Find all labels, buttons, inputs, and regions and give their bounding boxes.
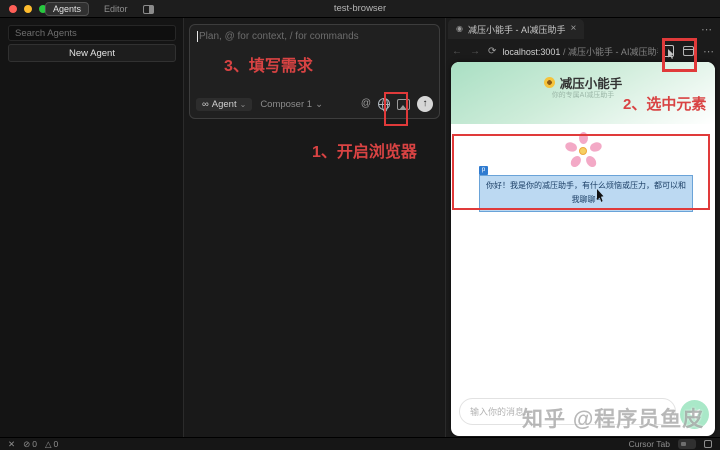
warnings-indicator[interactable]: △ 0 (45, 439, 58, 450)
notifications-icon[interactable] (704, 440, 712, 448)
url-host: localhost:3001 (502, 47, 560, 57)
errors-indicator[interactable]: ⊘ 0 (23, 439, 37, 450)
panel-layout-icon[interactable] (143, 5, 154, 14)
search-agents-input[interactable] (8, 25, 176, 41)
agents-sidebar: New Agent (0, 18, 184, 437)
annotation-box-open-browser (384, 92, 408, 126)
tab-favicon-icon: ◉ (456, 25, 463, 33)
sunflower-emoji-icon (544, 77, 555, 88)
mention-context-icon[interactable]: @ (361, 99, 371, 109)
composer-placeholder: Plan, @ for context, / for commands (199, 31, 359, 42)
close-window-button[interactable] (9, 5, 17, 13)
app-window: Agents Editor test-browser New Agent Pla… (0, 0, 720, 450)
zhihu-watermark: 知乎 @程序员鱼皮 (522, 403, 704, 433)
window-controls (9, 5, 47, 13)
navbar-more-icon[interactable]: ⋯ (703, 45, 714, 58)
tab-agents[interactable]: Agents (45, 2, 89, 16)
chevron-down-icon: ⌄ (315, 99, 323, 110)
url-path: / 减压小能手 - AI减压助手 (560, 47, 658, 57)
webpage-card: 减压小能手 你的专属AI减压助手 p 你好！我是你的减压助手，有什么烦恼或压力，… (451, 62, 715, 436)
infinity-icon: ∞ (202, 99, 209, 110)
tabbar-more-icon[interactable]: ⋯ (701, 23, 712, 36)
chevron-down-icon: ⌄ (240, 100, 247, 109)
send-button[interactable]: ↑ (417, 96, 433, 112)
annotation-box-select-element (662, 38, 697, 72)
titlebar: Agents Editor test-browser (0, 0, 720, 18)
agent-mode-dropdown[interactable]: ∞ Agent ⌄ (196, 98, 252, 111)
forward-icon[interactable]: → (470, 46, 480, 57)
minimize-window-button[interactable] (24, 5, 32, 13)
back-icon[interactable]: ← (452, 46, 462, 57)
browser-tab[interactable]: ◉ 减压小能手 - AI减压助手 × (448, 19, 584, 39)
reload-icon[interactable]: ⟳ (488, 46, 496, 57)
browser-tab-title: 减压小能手 - AI减压助手 (468, 23, 566, 36)
statusbar: ✕ ⊘ 0 △ 0 Cursor Tab (0, 437, 720, 450)
remote-icon[interactable]: ✕ (8, 439, 15, 450)
tab-close-icon[interactable]: × (571, 24, 577, 34)
tab-toggle-icon[interactable] (678, 439, 696, 449)
text-caret (197, 31, 198, 42)
annotation-step1: 1、开启浏览器 (312, 138, 417, 162)
browser-tabbar: ◉ 减压小能手 - AI减压助手 × ⋯ (446, 18, 720, 40)
browser-panel: ◉ 减压小能手 - AI减压助手 × ⋯ ← → ⟳ localhost:300… (445, 18, 720, 437)
annotation-box-selected-message (452, 134, 710, 210)
annotation-step3: 3、填写需求 (224, 52, 313, 76)
new-agent-button[interactable]: New Agent (8, 44, 176, 62)
error-icon: ⊘ (23, 439, 30, 450)
address-bar[interactable]: localhost:3001 / 减压小能手 - AI减压助手 (502, 45, 658, 58)
annotation-step2: 2、选中元素 (623, 93, 706, 114)
tab-editor[interactable]: Editor (97, 3, 135, 15)
warning-icon: △ (45, 439, 52, 450)
composer-panel: Plan, @ for context, / for commands ∞ Ag… (185, 18, 445, 437)
cursor-tab-label[interactable]: Cursor Tab (629, 439, 670, 449)
composer-selector[interactable]: Composer 1 ⌄ (260, 99, 323, 110)
